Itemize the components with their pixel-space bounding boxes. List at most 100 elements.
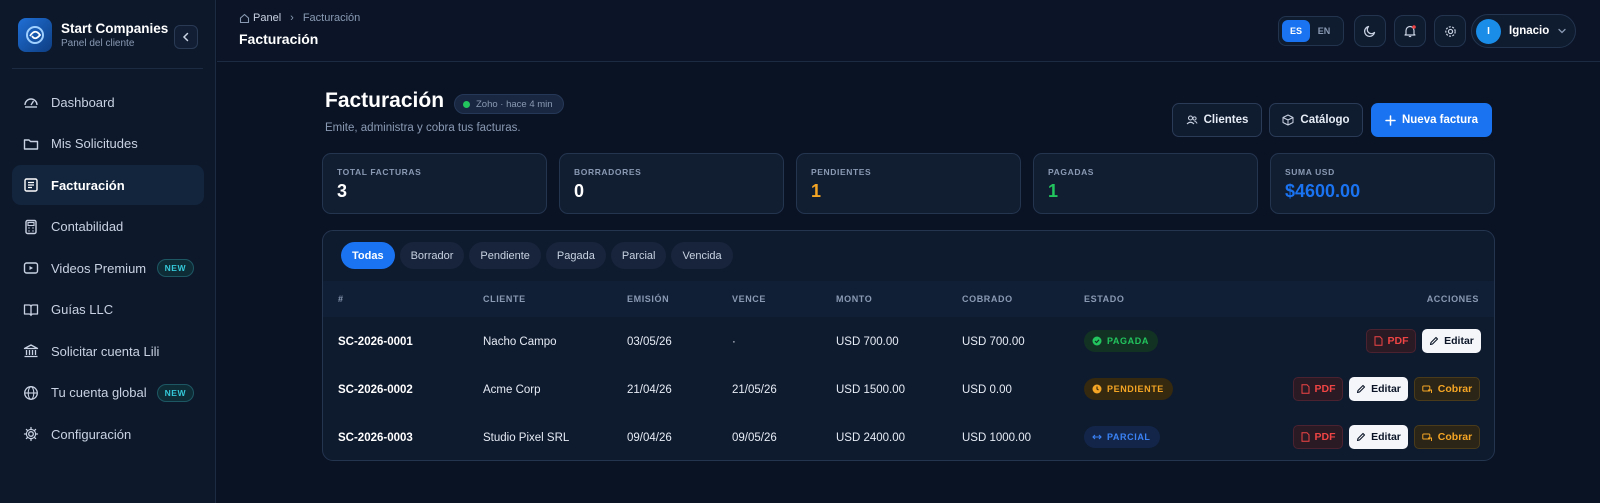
invoice-client: Studio Pixel SRL xyxy=(483,432,570,444)
status-badge: PENDIENTE xyxy=(1084,378,1173,400)
invoice-id: SC-2026-0003 xyxy=(338,432,413,444)
tab-paid[interactable]: Pagada xyxy=(545,242,606,269)
column-header-actions: ACCIONES xyxy=(1426,294,1479,304)
invoice-id: SC-2026-0002 xyxy=(338,384,413,396)
file-pdf-icon xyxy=(1301,384,1309,394)
edit-button-label: Editar xyxy=(1444,335,1474,347)
sidebar-item-accounting[interactable]: Contabilidad xyxy=(12,207,204,247)
column-header-amount: MONTO xyxy=(836,294,873,304)
theme-toggle-button[interactable] xyxy=(1354,15,1386,47)
payment-icon xyxy=(1422,385,1432,393)
table-row[interactable]: SC-2026-0003 Studio Pixel SRL 09/04/26 0… xyxy=(323,415,1494,460)
user-name: Ignacio xyxy=(1509,25,1550,37)
settings-button[interactable] xyxy=(1434,15,1466,47)
sync-status-text: Zoho · hace 4 min xyxy=(476,98,553,110)
breadcrumb: Panel › Facturación xyxy=(239,12,360,24)
edit-button[interactable]: Editar xyxy=(1349,377,1408,401)
check-circle-icon xyxy=(1092,336,1102,346)
tab-partial[interactable]: Parcial xyxy=(610,242,667,269)
stat-value: 1 xyxy=(811,181,822,201)
edit-button[interactable]: Editar xyxy=(1349,425,1408,449)
collect-button-label: Cobrar xyxy=(1437,383,1473,395)
sidebar-item-global-account[interactable]: Tu cuenta global NEW xyxy=(12,373,204,413)
catalog-button[interactable]: Catálogo xyxy=(1269,103,1363,137)
clients-button[interactable]: Clientes xyxy=(1172,103,1262,137)
pdf-button-label: PDF xyxy=(1314,383,1336,395)
language-toggle: ES EN xyxy=(1278,16,1344,46)
column-header-collected: COBRADO xyxy=(962,294,1013,304)
sidebar-item-guides[interactable]: Guías LLC xyxy=(12,290,204,330)
bank-icon xyxy=(23,343,39,359)
new-badge: NEW xyxy=(156,383,194,402)
bell-icon xyxy=(1404,25,1416,38)
table-row[interactable]: SC-2026-0001 Nacho Campo 03/05/26 · USD … xyxy=(323,319,1494,367)
stat-value: 1 xyxy=(1048,181,1059,201)
pencil-icon xyxy=(1430,336,1439,346)
user-menu[interactable]: I Ignacio xyxy=(1471,14,1576,48)
sidebar-item-label: Dashboard xyxy=(51,94,115,110)
box-icon xyxy=(1282,114,1294,126)
sidebar-item-settings[interactable]: Configuración xyxy=(12,414,204,454)
breadcrumb-home-link[interactable]: Panel xyxy=(253,12,281,24)
tab-pending[interactable]: Pendiente xyxy=(469,242,541,269)
sidebar-item-label: Guías LLC xyxy=(51,302,114,317)
page-subtitle: Emite, administra y cobra tus facturas. xyxy=(325,122,521,134)
collect-button[interactable]: Cobrar xyxy=(1414,377,1480,401)
breadcrumb-current: Facturación xyxy=(302,12,361,24)
edit-button[interactable]: Editar xyxy=(1422,329,1481,353)
tab-draft[interactable]: Borrador xyxy=(399,242,465,269)
lang-es-button[interactable]: ES xyxy=(1282,20,1310,42)
pdf-button-label: PDF xyxy=(1314,431,1336,443)
new-invoice-button[interactable]: Nueva factura xyxy=(1371,103,1492,137)
stat-label: TOTAL FACTURAS xyxy=(337,167,422,177)
invoice-collected: USD 0.00 xyxy=(962,384,1012,396)
sidebar-item-label: Configuración xyxy=(51,426,132,442)
topbar: Panel › Facturación Facturación ES EN I … xyxy=(217,0,1600,62)
stat-value: 0 xyxy=(574,181,585,201)
notifications-button[interactable] xyxy=(1394,15,1426,47)
invoice-due: · xyxy=(732,336,736,348)
sidebar-item-label: Tu cuenta global xyxy=(51,385,147,400)
gear-icon xyxy=(1444,25,1456,37)
tab-all[interactable]: Todas xyxy=(341,242,395,269)
pdf-button[interactable]: PDF xyxy=(1366,329,1416,353)
collect-button-label: Cobrar xyxy=(1437,431,1473,443)
gauge-icon xyxy=(23,94,39,110)
column-header-issued: EMISIÓN xyxy=(627,294,670,304)
brand-name: Start Companies xyxy=(61,21,169,36)
tab-overdue[interactable]: Vencida xyxy=(671,242,733,269)
sidebar-item-label: Mis Solicitudes xyxy=(51,136,138,151)
calculator-icon xyxy=(23,219,39,235)
chevron-down-icon xyxy=(1558,28,1566,34)
brand[interactable]: Start Companies Panel del cliente xyxy=(18,18,168,52)
sidebar-item-lili[interactable]: Solicitar cuenta Lili xyxy=(12,331,204,371)
stat-card-drafts: BORRADORES 0 xyxy=(559,153,784,214)
users-icon xyxy=(1186,115,1198,125)
pdf-button[interactable]: PDF xyxy=(1293,377,1343,401)
sidebar-item-dashboard[interactable]: Dashboard xyxy=(12,82,204,122)
clock-icon xyxy=(1092,384,1102,394)
home-icon xyxy=(239,13,250,23)
collapse-sidebar-button[interactable] xyxy=(174,25,198,49)
status-dot-icon xyxy=(463,100,470,108)
status-text: PARCIAL xyxy=(1107,432,1151,442)
column-header-client: CLIENTE xyxy=(483,294,526,304)
moon-icon xyxy=(1363,25,1376,38)
collect-button[interactable]: Cobrar xyxy=(1414,425,1480,449)
invoice-client: Nacho Campo xyxy=(483,336,557,348)
invoice-collected: USD 1000.00 xyxy=(962,432,1032,444)
edit-button-label: Editar xyxy=(1371,383,1401,395)
partial-icon xyxy=(1092,434,1102,440)
lang-en-button[interactable]: EN xyxy=(1310,20,1338,42)
sidebar-item-billing[interactable]: Facturación xyxy=(12,165,204,205)
invoice-amount: USD 1500.00 xyxy=(836,384,906,396)
column-header-status: ESTADO xyxy=(1084,294,1125,304)
pdf-button[interactable]: PDF xyxy=(1293,425,1343,449)
payment-icon xyxy=(1422,433,1432,441)
sidebar-item-requests[interactable]: Mis Solicitudes xyxy=(12,124,204,164)
file-pdf-icon xyxy=(1374,336,1382,346)
status-text: PAGADA xyxy=(1107,336,1149,346)
sidebar-item-videos[interactable]: Videos Premium NEW xyxy=(12,248,204,288)
table-row[interactable]: SC-2026-0002 Acme Corp 21/04/26 21/05/26… xyxy=(323,367,1494,415)
chevron-right-icon: › xyxy=(290,12,294,24)
